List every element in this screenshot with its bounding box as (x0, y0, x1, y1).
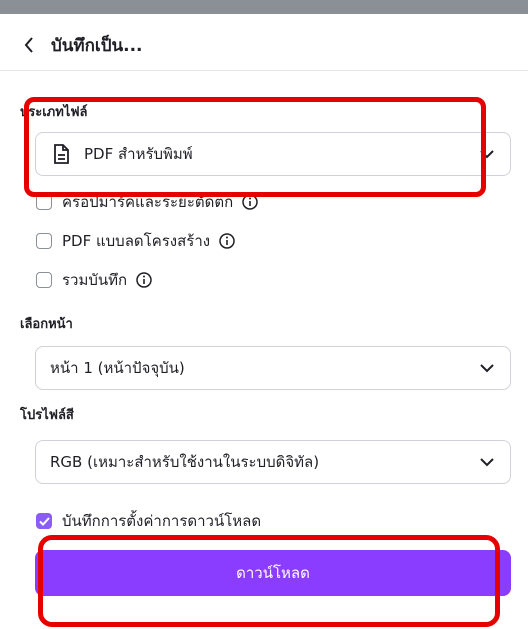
top-strip (0, 0, 528, 14)
crop-marks-checkbox[interactable] (36, 194, 52, 210)
back-chevron-icon[interactable] (15, 31, 43, 59)
save-settings-label: บันทึกการตั้งค่าการดาวน์โหลด (62, 512, 262, 530)
pages-select[interactable]: หน้า 1 (หน้าปัจจุบัน) (35, 346, 511, 390)
info-icon[interactable] (242, 194, 258, 210)
pages-label: เลือกหน้า (20, 317, 73, 332)
file-type-select[interactable]: PDF สำหรับพิมพ์ (35, 132, 511, 176)
header-divider (0, 70, 528, 71)
include-notes-label: รวมบันทึก (62, 271, 128, 289)
panel-header: บันทึกเป็น... (15, 28, 515, 62)
document-icon (50, 143, 72, 165)
pages-value: หน้า 1 (หน้าปัจจุบัน) (50, 359, 185, 377)
flatten-pdf-checkbox[interactable] (36, 233, 52, 249)
save-settings-option[interactable]: บันทึกการตั้งค่าการดาวน์โหลด (36, 509, 261, 533)
download-button[interactable]: ดาวน์โหลด (35, 550, 511, 596)
save-as-panel (15, 14, 528, 629)
chevron-down-icon (478, 145, 496, 163)
check-icon (38, 516, 50, 526)
flatten-pdf-option[interactable]: PDF แบบลดโครงสร้าง (36, 229, 235, 253)
info-icon[interactable] (219, 233, 235, 249)
include-notes-checkbox[interactable] (36, 272, 52, 288)
include-notes-option[interactable]: รวมบันทึก (36, 268, 152, 292)
info-icon[interactable] (136, 272, 152, 288)
file-type-value: PDF สำหรับพิมพ์ (84, 145, 193, 163)
page-title: บันทึกเป็น... (51, 35, 143, 56)
color-profile-label: โปรไฟล์สี (20, 408, 74, 423)
file-type-label: ประเภทไฟล์ (20, 105, 88, 120)
crop-marks-option[interactable]: ครอปมาร์คและระยะตัดตก (36, 190, 258, 214)
color-profile-select[interactable]: RGB (เหมาะสำหรับใช้งานในระบบดิจิทัล) (35, 440, 511, 484)
crop-marks-label: ครอปมาร์คและระยะตัดตก (62, 193, 234, 211)
save-settings-checkbox[interactable] (36, 513, 52, 529)
chevron-down-icon (478, 453, 496, 471)
flatten-pdf-label: PDF แบบลดโครงสร้าง (62, 232, 211, 250)
chevron-down-icon (478, 359, 496, 377)
color-profile-value: RGB (เหมาะสำหรับใช้งานในระบบดิจิทัล) (50, 453, 320, 471)
